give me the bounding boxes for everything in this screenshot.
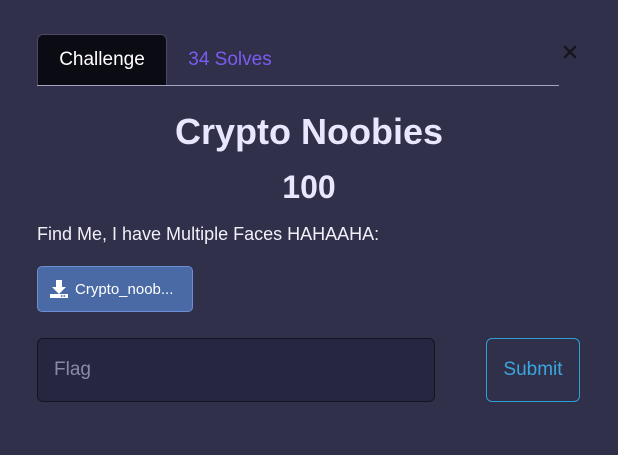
tab-challenge-label: Challenge <box>59 49 145 70</box>
tab-challenge[interactable]: Challenge <box>37 34 167 85</box>
close-button[interactable] <box>560 40 580 64</box>
download-icon <box>50 280 68 298</box>
challenge-points: 100 <box>282 169 336 205</box>
close-icon <box>563 45 577 59</box>
download-file-label: Crypto_noob... <box>75 280 174 298</box>
download-file-button[interactable]: Crypto_noob... <box>37 266 193 312</box>
flag-input[interactable] <box>37 338 435 402</box>
challenge-title: Crypto Noobies <box>174 111 443 152</box>
tab-solves[interactable]: 34 Solves <box>177 34 283 85</box>
challenge-description: Find Me, I have Multiple Faces HAHAAHA: <box>37 224 380 244</box>
tab-solves-label: 34 Solves <box>188 48 272 70</box>
submit-button[interactable]: Submit <box>486 338 580 402</box>
challenge-tabs: Challenge 34 Solves <box>37 34 559 86</box>
